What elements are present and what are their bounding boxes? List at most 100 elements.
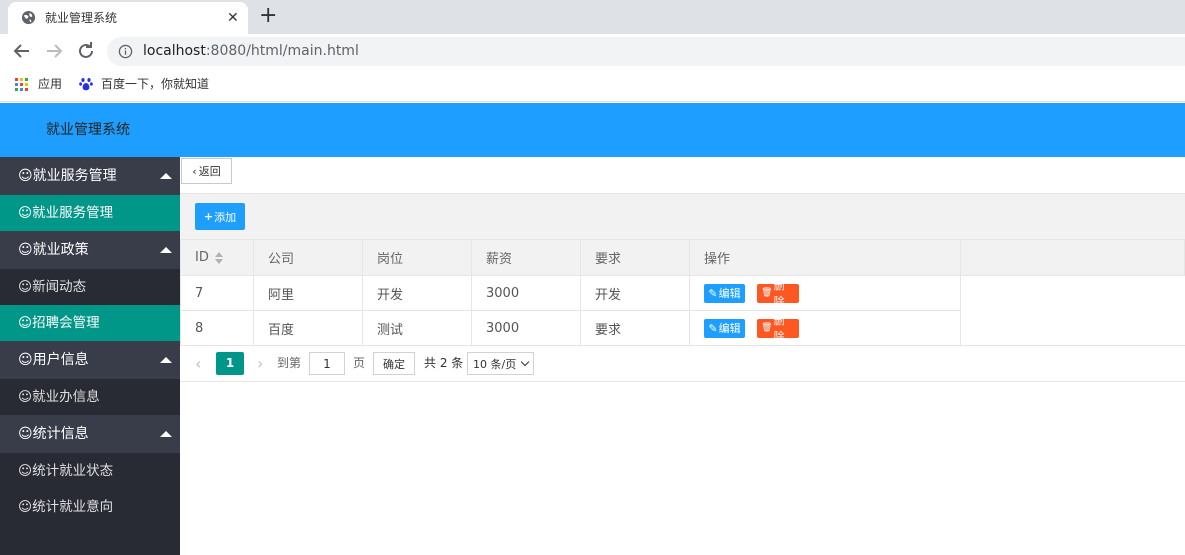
cell-requirement: 要求 — [580, 310, 690, 346]
url-path: :8080/html/main.html — [205, 43, 359, 59]
edit-button-label: 编辑 — [718, 322, 741, 335]
info-icon[interactable] — [118, 44, 133, 59]
sidebar-item-job-fair[interactable]: ☺招聘会管理 — [0, 305, 180, 341]
sidebar-item-label: ☺招聘会管理 — [18, 315, 100, 331]
confirm-button[interactable]: 确定 — [373, 352, 415, 375]
delete-button-label: 删除 — [773, 314, 785, 343]
sidebar-group-employment-policy[interactable]: ☺就业政策 — [0, 231, 180, 269]
sidebar-group-user-info[interactable]: ☺用户信息 — [0, 341, 180, 379]
bookmark-baidu[interactable]: 百度一下，你就知道 — [79, 76, 209, 92]
column-header-actions: 操作 — [689, 239, 961, 276]
app-title: 就业管理系统 — [46, 122, 130, 138]
caret-up-icon — [160, 357, 172, 363]
pencil-icon: ✎ — [708, 286, 718, 300]
apps-grid-icon — [15, 77, 28, 91]
main-content: ‹ 返回 + 添加 ID 公司 岗位 薪资 要求 操作 7 阿里 开发 3000… — [180, 157, 1185, 555]
globe-icon — [21, 10, 36, 25]
column-header-filler — [960, 239, 1185, 276]
data-table: ID 公司 岗位 薪资 要求 操作 7 阿里 开发 3000 开发 ✎ 编辑 🗑 删… — [180, 239, 1185, 346]
chevron-right-icon[interactable]: › — [257, 352, 263, 375]
cell-filler — [960, 310, 1185, 346]
sidebar-item-office-info[interactable]: ☺就业办信息 — [0, 379, 180, 415]
back-button-label: 返回 — [198, 165, 221, 178]
column-header-label: ID — [195, 250, 209, 265]
sidebar-item-label: ☺就业办信息 — [18, 389, 100, 405]
back-button[interactable]: ‹ 返回 — [181, 158, 232, 184]
bookmark-apps[interactable]: 应用 — [15, 76, 62, 92]
cell-filler — [960, 275, 1185, 311]
page-unit-label: 页 — [353, 356, 366, 370]
sidebar-group-employment-service[interactable]: ☺就业服务管理 — [0, 157, 180, 195]
table-toolbar: + 添加 — [180, 194, 1185, 240]
column-header-id[interactable]: ID — [180, 239, 254, 276]
close-icon[interactable]: ✕ — [227, 9, 239, 27]
baidu-paw-icon — [79, 78, 93, 91]
sidebar-group-label: ☺统计信息 — [18, 426, 89, 442]
bookmark-label: 应用 — [38, 77, 63, 91]
page-size-value: 10 条/页 — [473, 358, 517, 371]
cell-id: 8 — [180, 310, 254, 346]
plus-icon: + — [203, 210, 214, 223]
sidebar-group-label: ☺就业服务管理 — [18, 168, 117, 184]
sidebar-group-label: ☺就业政策 — [18, 242, 89, 258]
url-text: localhost:8080/html/main.html — [143, 42, 359, 61]
tab-title: 就业管理系统 — [45, 11, 118, 25]
cell-company: 百度 — [253, 310, 363, 346]
back-arrow-icon[interactable] — [10, 39, 34, 63]
caret-up-icon — [160, 173, 172, 179]
cell-position: 开发 — [362, 275, 472, 311]
cell-salary: 3000 — [471, 310, 581, 346]
new-tab-plus-icon[interactable]: + — [259, 4, 277, 28]
total-count: 共 2 条 — [424, 356, 464, 370]
add-button-label: 添加 — [214, 210, 237, 224]
browser-tabstrip: 就业管理系统 ✕ + — [0, 0, 1185, 34]
sidebar-item-employment-service[interactable]: ☺就业服务管理 — [0, 195, 180, 231]
sidebar-item-label: ☺统计就业状态 — [18, 463, 114, 479]
url-host: localhost — [143, 43, 206, 59]
browser-toolbar: localhost:8080/html/main.html — [0, 34, 1185, 68]
pencil-icon: ✎ — [708, 321, 718, 335]
goto-label: 到第 — [277, 356, 302, 370]
sidebar-item-news[interactable]: ☺新闻动态 — [0, 269, 180, 305]
page-size-select[interactable]: 10 条/页 — [467, 352, 534, 375]
edit-button[interactable]: ✎ 编辑 — [704, 318, 745, 338]
browser-tab[interactable]: 就业管理系统 ✕ — [8, 2, 248, 34]
add-button[interactable]: + 添加 — [195, 203, 245, 230]
table-header-row: ID 公司 岗位 薪资 要求 操作 — [180, 239, 1185, 276]
sidebar-item-label: ☺新闻动态 — [18, 279, 87, 295]
bookmarks-bar: 应用 百度一下，你就知道 — [0, 68, 1185, 102]
column-header-requirement: 要求 — [580, 239, 690, 276]
caret-up-icon — [160, 247, 172, 253]
sidebar-group-statistics[interactable]: ☺统计信息 — [0, 415, 180, 453]
bookmark-label: 百度一下，你就知道 — [101, 77, 210, 91]
page-input[interactable]: 1 — [309, 352, 345, 375]
pagination: ‹ 1 › 到第 1 页 确定 共 2 条 10 条/页 — [180, 345, 1185, 382]
column-header-company: 公司 — [253, 239, 363, 276]
reload-icon[interactable] — [74, 39, 98, 63]
sidebar-item-label: ☺统计就业意向 — [18, 499, 114, 515]
back-row: ‹ 返回 — [180, 157, 1185, 194]
delete-button-label: 删除 — [773, 279, 785, 308]
delete-button[interactable]: 🗑 删除 — [757, 279, 800, 308]
page-current[interactable]: 1 — [216, 352, 244, 375]
sort-icon[interactable] — [214, 251, 223, 264]
cell-requirement: 开发 — [580, 275, 690, 311]
chevron-down-icon — [520, 357, 530, 367]
sidebar-item-employment-intent[interactable]: ☺统计就业意向 — [0, 489, 180, 525]
cell-id: 7 — [180, 275, 254, 311]
cell-actions: ✎ 编辑 🗑 删除 — [689, 275, 961, 311]
table-row: 7 阿里 开发 3000 开发 ✎ 编辑 🗑 删除 — [180, 275, 1185, 311]
sidebar-group-label: ☺用户信息 — [18, 352, 89, 368]
cell-actions: ✎ 编辑 🗑 删除 — [689, 310, 961, 346]
column-header-position: 岗位 — [362, 239, 472, 276]
cell-company: 阿里 — [253, 275, 363, 311]
chevron-left-icon[interactable]: ‹ — [195, 352, 201, 375]
delete-button[interactable]: 🗑 删除 — [757, 314, 800, 343]
forward-arrow-icon[interactable] — [42, 39, 66, 63]
address-bar[interactable]: localhost:8080/html/main.html — [107, 37, 1185, 66]
edit-button-label: 编辑 — [718, 287, 741, 300]
edit-button[interactable]: ✎ 编辑 — [704, 283, 745, 303]
caret-up-icon — [160, 431, 172, 437]
column-header-salary: 薪资 — [471, 239, 581, 276]
sidebar-item-employment-status[interactable]: ☺统计就业状态 — [0, 453, 180, 489]
